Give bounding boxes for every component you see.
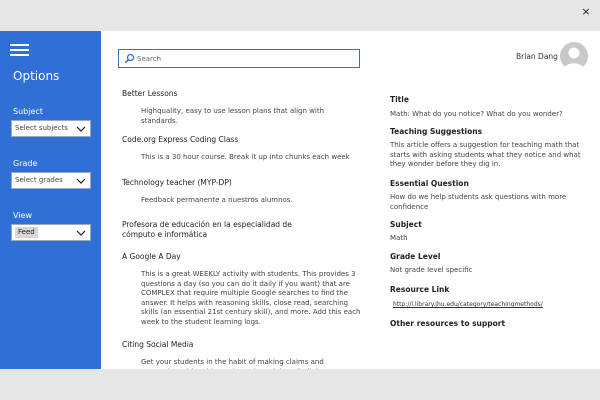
list-item-description: This is a 30 hour course. Break it up in… <box>141 153 350 161</box>
list-item-description: Feedback permanente a nuestros alumnos. <box>141 196 293 204</box>
detail-suggestions-label: Teaching Suggestions <box>390 127 483 136</box>
chevron-down-icon <box>76 178 86 184</box>
detail-suggestions-value: This article offers a suggestion for tea… <box>390 141 581 168</box>
detail-title-value: Math: What do you notice? What do you wo… <box>390 110 563 118</box>
search-box[interactable] <box>118 49 360 68</box>
subject-select-value: Select subjects <box>15 124 68 132</box>
detail-grade-value: Not grade level specific <box>390 266 473 274</box>
list-item-title: A Google A Day <box>122 252 181 261</box>
detail-subject-label: Subject <box>390 220 422 229</box>
view-filter-label: View <box>13 211 32 220</box>
list-item-title: Technology teacher (MYP-DP) <box>122 178 232 187</box>
list-item-title: Citing Social Media <box>122 340 194 349</box>
window-bottom-strip <box>0 369 600 400</box>
search-icon <box>124 53 135 64</box>
resource-link[interactable]: http://l.library.jhu.edu/category/teachi… <box>393 301 543 308</box>
sidebar-title: Options <box>13 69 60 83</box>
detail-question-label: Essential Question <box>390 179 469 188</box>
detail-question-value: How do we help students ask questions wi… <box>390 193 567 211</box>
grade-select-value: Select grades <box>15 176 63 184</box>
window-titlebar: × <box>0 0 600 31</box>
user-avatar-icon <box>564 47 584 70</box>
list-item-title: Profesora de educación en la especialida… <box>122 220 292 239</box>
view-select[interactable]: Feed <box>11 224 91 241</box>
detail-title-label: Title <box>390 95 409 104</box>
search-input[interactable] <box>137 52 352 65</box>
subject-select[interactable]: Select subjects <box>11 120 91 137</box>
hamburger-menu-icon[interactable] <box>10 44 29 56</box>
list-item-description: Get your students in the habit of making… <box>141 358 349 369</box>
user-name: Brian Dang <box>516 52 558 61</box>
chevron-down-icon <box>76 230 86 236</box>
other-resources-label: Other resources to support <box>390 319 506 328</box>
avatar[interactable] <box>560 42 588 70</box>
close-window-button[interactable]: × <box>578 4 594 20</box>
grade-filter-label: Grade <box>13 159 38 168</box>
detail-subject-value: Math <box>390 234 408 242</box>
view-select-value: Feed <box>15 227 38 238</box>
chevron-down-icon <box>76 126 86 132</box>
app-window: Options Subject Select subjects Grade Se… <box>0 31 600 369</box>
list-item-description: This is a great WEEKLY activity with stu… <box>141 270 361 326</box>
list-item-title: Code.org Express Coding Class <box>122 135 239 144</box>
detail-grade-label: Grade Level <box>390 252 441 261</box>
grade-select[interactable]: Select grades <box>11 172 91 189</box>
list-item-description: Highquality, easy to use lesson plans th… <box>141 107 325 125</box>
list-item-title: Better Lessons <box>122 89 178 98</box>
options-sidebar: Options Subject Select subjects Grade Se… <box>0 31 101 369</box>
subject-filter-label: Subject <box>13 107 43 116</box>
detail-resource-label: Resource Link <box>390 285 450 294</box>
resource-list: Better Lessons Highquality, easy to use … <box>118 81 363 369</box>
